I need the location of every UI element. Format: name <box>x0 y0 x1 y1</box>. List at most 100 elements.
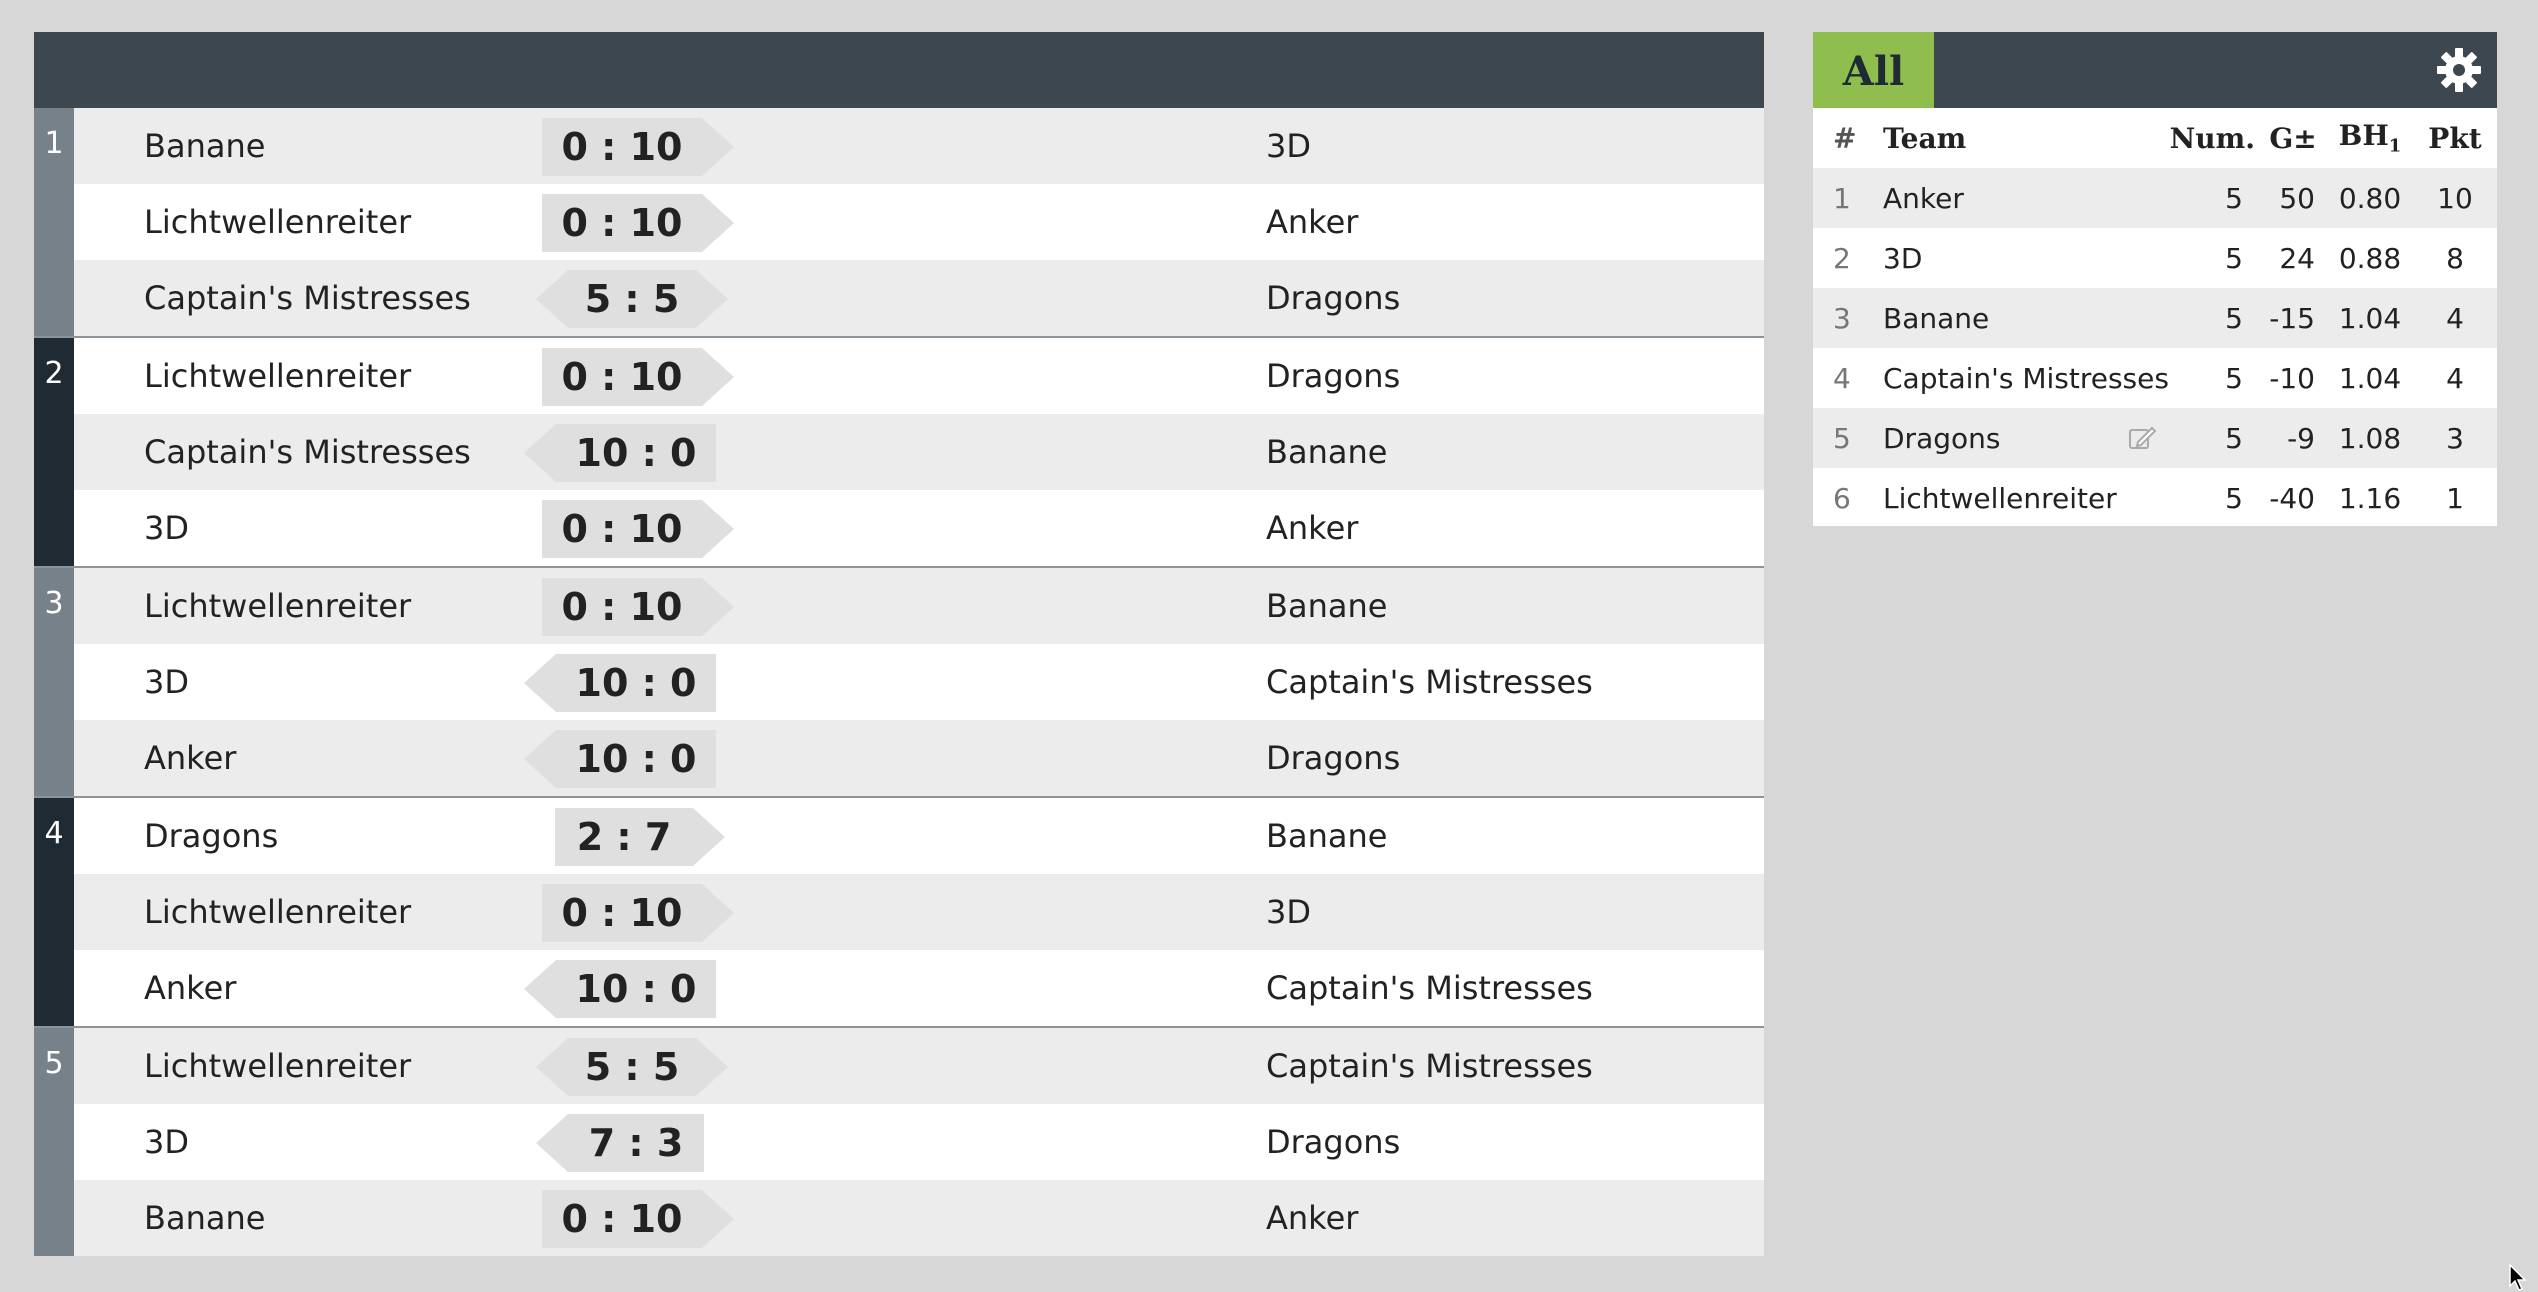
num-cell: 5 <box>2225 481 2243 515</box>
col-rank[interactable]: # <box>1813 108 1883 168</box>
round-1: 1 Banane 0 : 10 3D Lichtwellenreiter 0 : 10 An… <box>34 108 1764 338</box>
rank-cell: 4 <box>1833 361 1851 395</box>
col-points[interactable]: Pkt <box>2413 108 2497 168</box>
team-name: Banane <box>1883 301 1990 335</box>
match-row[interactable]: Lichtwellenreiter 0 : 10 3D <box>74 874 1764 950</box>
num-cell: 5 <box>2169 168 2259 228</box>
match-row[interactable]: Banane 0 : 10 Anker <box>74 1180 1764 1256</box>
match-row[interactable]: 3D 0 : 10 Anker <box>74 490 1764 566</box>
home-team: Captain's Mistresses <box>144 279 471 317</box>
rank-cell: 3 <box>1813 288 1883 348</box>
round-games: Dragons 2 : 7 Banane Lichtwellenreiter 0 : 1… <box>74 798 1764 1026</box>
team-name: Lichtwellenreiter <box>1883 481 2117 515</box>
away-team: Dragons <box>1266 1123 1401 1161</box>
points-cell: 1 <box>2446 481 2464 515</box>
score-badge[interactable]: 0 : 10 <box>542 578 734 636</box>
num-cell: 5 <box>2169 288 2259 348</box>
col-bh-label: BH <box>2338 119 2389 153</box>
match-row[interactable]: Captain's Mistresses 5 : 5 Dragons <box>74 260 1764 336</box>
away-team: Dragons <box>1266 357 1401 395</box>
round-number: 2 <box>34 338 74 566</box>
col-num[interactable]: Num. <box>2170 108 2259 168</box>
mouse-cursor-icon <box>2509 1264 2527 1291</box>
bh-cell: 1.04 <box>2327 288 2413 348</box>
matches-header <box>34 32 1764 108</box>
round-games: Lichtwellenreiter 5 : 5 Captain's Mistress… <box>74 1028 1764 1256</box>
gear-icon[interactable] <box>2435 46 2483 94</box>
match-row[interactable]: Anker 10 : 0 Captain's Mistresses <box>74 950 1764 1026</box>
tab-all[interactable]: All <box>1813 32 1934 108</box>
bh-cell: 0.80 <box>2327 168 2413 228</box>
round-number: 1 <box>34 108 74 336</box>
col-goal-diff[interactable]: G± <box>2259 108 2327 168</box>
match-row[interactable]: Dragons 2 : 7 Banane <box>74 798 1764 874</box>
score-badge[interactable]: 10 : 0 <box>524 424 716 482</box>
goal-diff-cell: -10 <box>2269 361 2315 395</box>
points-cell: 4 <box>2413 288 2497 348</box>
standings-row[interactable]: 1 Anker 5 50 0.80 10 <box>1813 168 2497 228</box>
score-badge[interactable]: 0 : 10 <box>542 348 734 406</box>
home-team: Lichtwellenreiter <box>144 357 412 395</box>
score-badge[interactable]: 5 : 5 <box>536 1038 728 1096</box>
standings-row[interactable]: 5 Dragons 5 -9 1.08 3 <box>1813 408 2497 468</box>
home-team: Anker <box>144 969 237 1007</box>
match-row[interactable]: Lichtwellenreiter 0 : 10 Dragons <box>74 338 1764 414</box>
team-cell: Anker <box>1883 168 2170 228</box>
match-row[interactable]: Lichtwellenreiter 0 : 10 Banane <box>74 568 1764 644</box>
home-team: Lichtwellenreiter <box>144 587 412 625</box>
score-badge[interactable]: 5 : 5 <box>536 270 728 328</box>
match-row[interactable]: 3D 7 : 3 Dragons <box>74 1104 1764 1180</box>
goal-diff-cell: -9 <box>2259 408 2327 468</box>
team-cell: Dragons <box>1883 408 2170 468</box>
col-bh[interactable]: BH1 <box>2327 108 2413 168</box>
score-badge[interactable]: 0 : 10 <box>542 194 734 252</box>
standings-row[interactable]: 4 Captain's Mistresses 5 -10 1.04 4 <box>1813 348 2497 408</box>
score-badge[interactable]: 2 : 7 <box>555 808 725 866</box>
standings-row[interactable]: 6 Lichtwellenreiter 5 -40 1.16 1 <box>1813 468 2497 528</box>
score-badge[interactable]: 0 : 10 <box>542 118 734 176</box>
round-3: 3 Lichtwellenreiter 0 : 10 Banane 3D 10 : 0 Ca… <box>34 568 1764 798</box>
away-team: Banane <box>1266 433 1388 471</box>
match-row[interactable]: Banane 0 : 10 3D <box>74 108 1764 184</box>
home-team: 3D <box>144 663 189 701</box>
score-badge[interactable]: 0 : 10 <box>542 884 734 942</box>
match-row[interactable]: Lichtwellenreiter 5 : 5 Captain's Mistress… <box>74 1028 1764 1104</box>
score-badge[interactable]: 10 : 0 <box>524 960 716 1018</box>
team-name: Captain's Mistresses <box>1883 361 2169 395</box>
match-row[interactable]: Lichtwellenreiter 0 : 10 Anker <box>74 184 1764 260</box>
standings-header-row: # Team Num. G± BH1 Pkt <box>1813 108 2497 168</box>
score-badge[interactable]: 0 : 10 <box>542 500 734 558</box>
edit-icon[interactable] <box>2128 424 2156 452</box>
away-team: 3D <box>1266 127 1311 165</box>
goal-diff-cell: 50 <box>2259 168 2327 228</box>
points-cell: 10 <box>2413 168 2497 228</box>
round-games: Lichtwellenreiter 0 : 10 Dragons Captain's … <box>74 338 1764 566</box>
home-team: 3D <box>144 509 189 547</box>
standings-row[interactable]: 2 3D 5 24 0.88 8 <box>1813 228 2497 288</box>
match-row[interactable]: Captain's Mistresses 10 : 0 Banane <box>74 414 1764 490</box>
home-team: Lichtwellenreiter <box>144 1047 412 1085</box>
team-cell: Banane <box>1883 288 2170 348</box>
rank-cell: 6 <box>1833 481 1851 515</box>
round-number: 5 <box>34 1028 74 1256</box>
score-badge[interactable]: 10 : 0 <box>524 654 716 712</box>
rank-cell: 2 <box>1833 241 1851 275</box>
home-team: Banane <box>144 127 266 165</box>
score-badge[interactable]: 10 : 0 <box>524 730 716 788</box>
bh-cell: 1.08 <box>2327 408 2413 468</box>
team-name: Anker <box>1883 181 1964 215</box>
num-cell: 5 <box>2225 241 2243 275</box>
home-team: Dragons <box>144 817 279 855</box>
score-badge[interactable]: 0 : 10 <box>542 1190 734 1248</box>
team-cell: Captain's Mistresses <box>1883 348 2170 408</box>
bh-cell: 0.88 <box>2338 241 2402 275</box>
rounds-list: 1 Banane 0 : 10 3D Lichtwellenreiter 0 : 10 An… <box>34 108 1764 1256</box>
standings-row[interactable]: 3 Banane 5 -15 1.04 4 <box>1813 288 2497 348</box>
num-cell: 5 <box>2169 408 2259 468</box>
match-row[interactable]: Anker 10 : 0 Dragons <box>74 720 1764 796</box>
home-team: Captain's Mistresses <box>144 433 471 471</box>
col-bh-sub: 1 <box>2388 135 2402 157</box>
col-team[interactable]: Team <box>1883 108 2170 168</box>
match-row[interactable]: 3D 10 : 0 Captain's Mistresses <box>74 644 1764 720</box>
score-badge[interactable]: 7 : 3 <box>536 1114 704 1172</box>
